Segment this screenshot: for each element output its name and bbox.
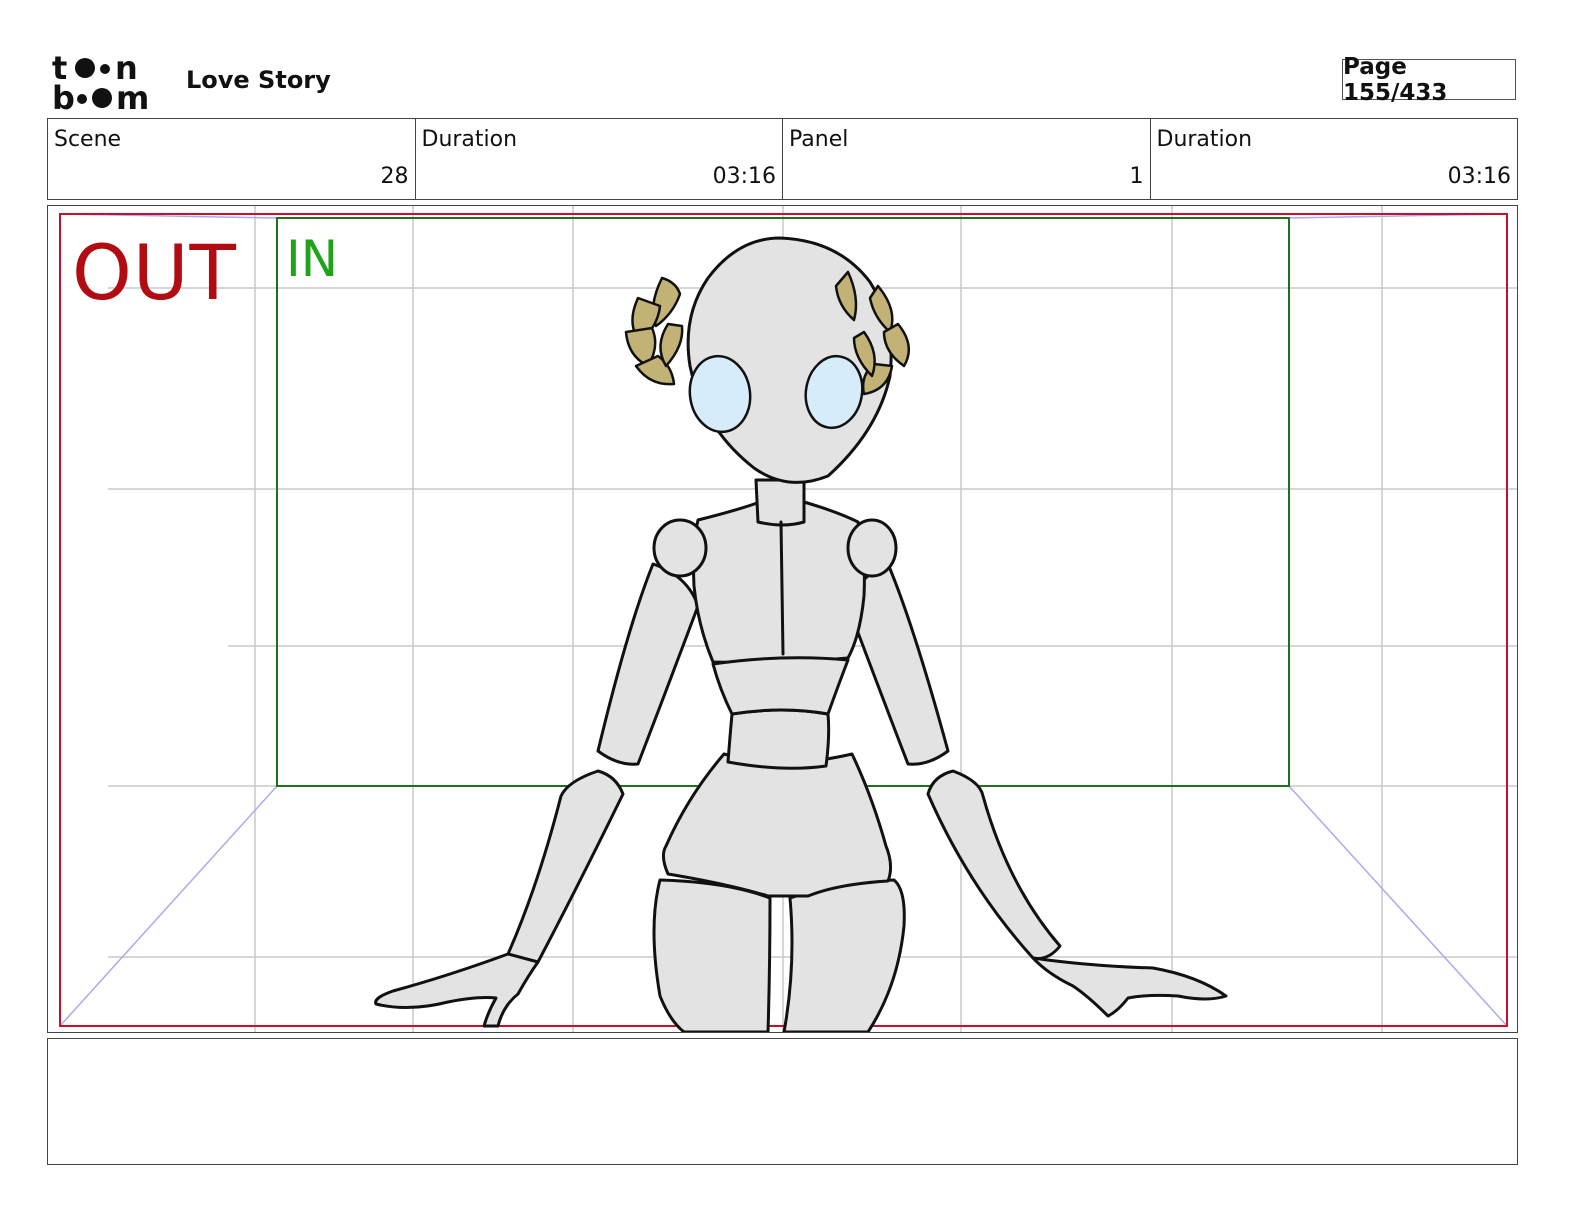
svg-text:m: m <box>116 79 149 112</box>
page-indicator: Page 155/433 <box>1342 54 1516 106</box>
panel-duration-cell: Duration 03:16 <box>1151 119 1518 199</box>
scene-value: 28 <box>380 164 409 189</box>
scene-info-row: Scene 28 Duration 03:16 Panel 1 Duration… <box>47 118 1518 200</box>
right-hand <box>1031 956 1228 1018</box>
left-shoulder <box>652 518 708 578</box>
neck <box>754 478 806 527</box>
scene-duration-value: 03:16 <box>712 164 776 189</box>
left-upper-arm <box>596 562 700 766</box>
waist <box>726 708 831 770</box>
scene-cell: Scene 28 <box>48 119 416 199</box>
in-frame-label: IN <box>286 230 339 288</box>
panel-value: 1 <box>1129 164 1144 189</box>
left-hand <box>374 952 540 1028</box>
rib-band <box>711 656 850 716</box>
storyboard-panel: OUT IN <box>47 205 1518 1033</box>
out-frame-label: OUT <box>72 228 237 317</box>
scene-duration-cell: Duration 03:16 <box>416 119 783 199</box>
torso-seam <box>779 520 785 656</box>
logo-bottom-row: b m <box>52 79 149 112</box>
left-forearm <box>506 769 625 965</box>
right-thigh <box>782 878 906 1032</box>
left-thigh <box>652 878 772 1032</box>
panel-duration-label: Duration <box>1156 127 1253 152</box>
panel-cell: Panel 1 <box>783 119 1151 199</box>
caption-box[interactable] <box>47 1038 1518 1165</box>
panel-label: Panel <box>789 127 849 152</box>
scene-duration-label: Duration <box>421 127 518 152</box>
svg-text:b: b <box>52 79 75 112</box>
right-forearm <box>926 769 1062 960</box>
pelvis <box>661 752 893 898</box>
scene-label: Scene <box>54 127 122 152</box>
right-shoulder <box>846 518 898 578</box>
robot-character <box>374 236 1228 1032</box>
toonboom-logo: t n b m <box>52 52 149 112</box>
panel-artwork: OUT IN <box>59 206 1517 1032</box>
project-title: Love Story <box>186 66 331 94</box>
panel-duration-value: 03:16 <box>1447 164 1511 189</box>
